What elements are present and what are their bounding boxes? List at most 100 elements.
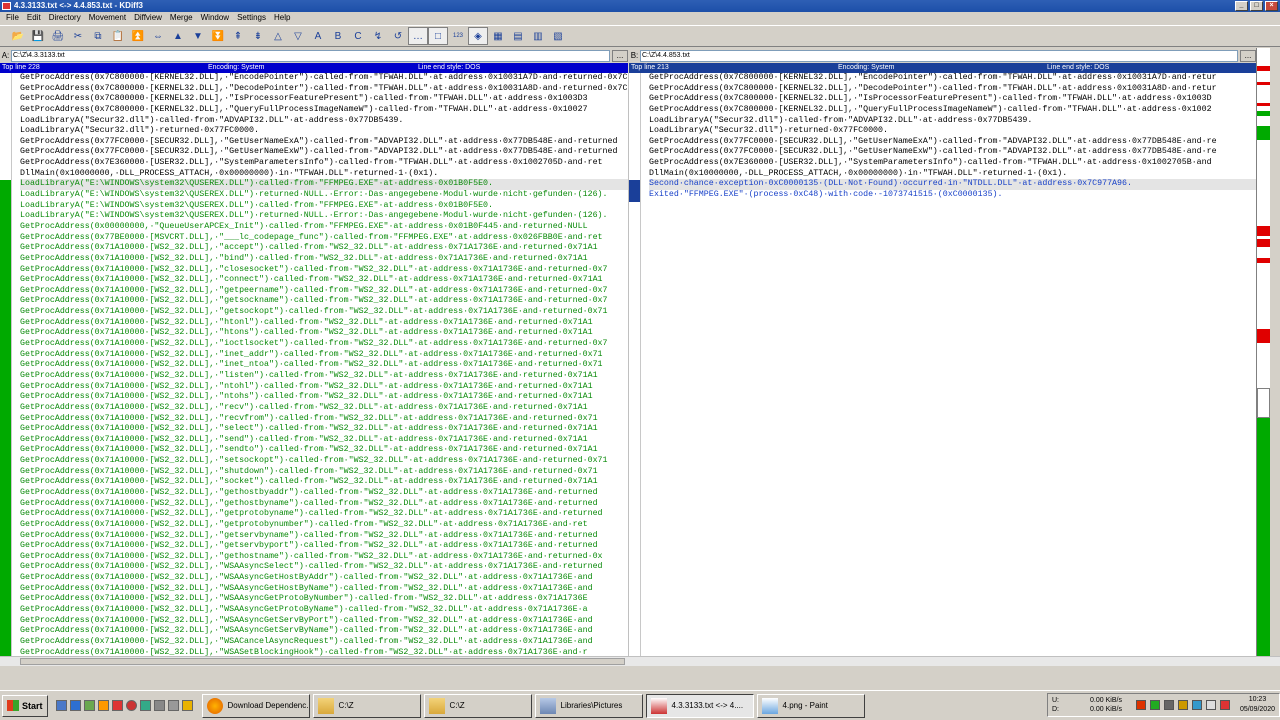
diff-line: GetProcAddress(0x7C800000·[KERNEL32.DLL]… bbox=[649, 83, 1217, 93]
menu-directory[interactable]: Directory bbox=[45, 12, 85, 24]
window-a-button[interactable]: ▦ bbox=[488, 27, 508, 45]
monitor-icon[interactable] bbox=[97, 700, 109, 711]
menu-edit[interactable]: Edit bbox=[23, 12, 45, 24]
go-prev-delta-button[interactable]: ▲ bbox=[168, 27, 188, 45]
tray-monitor-icon[interactable] bbox=[1149, 700, 1160, 710]
close-button[interactable]: × bbox=[1265, 1, 1278, 11]
taskbar: Start Download Dependenc... C:\Z C:\Z Libra… bbox=[0, 690, 1280, 720]
minimize-button[interactable]: _ bbox=[1235, 1, 1248, 11]
diff-line: GetProcAddress(0x71A10000·[WS2_32.DLL],·… bbox=[20, 498, 598, 508]
opera-icon[interactable] bbox=[125, 700, 137, 711]
pane-a-browse-button[interactable]: ... bbox=[612, 49, 628, 62]
app-yellow-icon[interactable] bbox=[181, 700, 193, 711]
menu-settings[interactable]: Settings bbox=[233, 12, 270, 24]
diff-line: LoadLibraryA("Secur32.dll")·returned·0x7… bbox=[649, 126, 888, 136]
task-button[interactable]: C:\Z bbox=[312, 693, 421, 718]
select-b-button[interactable]: B bbox=[328, 27, 348, 45]
pane-b-diff-gutter bbox=[629, 73, 640, 656]
menu-help[interactable]: Help bbox=[270, 12, 294, 24]
tool-icon[interactable] bbox=[167, 700, 179, 711]
window-b-button[interactable]: ▤ bbox=[508, 27, 528, 45]
go-next-unsolved-button[interactable]: ▽ bbox=[288, 27, 308, 45]
overview-button[interactable]: ▧ bbox=[548, 27, 568, 45]
diff-line: GetProcAddress(0x71A10000·[WS2_32.DLL],·… bbox=[20, 605, 588, 615]
tray-network-icon[interactable] bbox=[1191, 700, 1202, 710]
diff-line: GetProcAddress(0x71A10000·[WS2_32.DLL],·… bbox=[20, 317, 593, 327]
open-button[interactable]: 📂 bbox=[8, 27, 28, 45]
horizontal-scrollbar[interactable] bbox=[0, 656, 1280, 666]
clock-time: 10:23 bbox=[1248, 696, 1267, 703]
app-green-icon[interactable] bbox=[139, 700, 151, 711]
menu-movement[interactable]: Movement bbox=[85, 12, 130, 24]
diff-line: GetProcAddress(0x71A10000·[WS2_32.DLL],·… bbox=[20, 466, 598, 476]
go-next-delta-button[interactable]: ▼ bbox=[188, 27, 208, 45]
go-prev-conflict-button[interactable]: ⇞ bbox=[228, 27, 248, 45]
go-current-button[interactable]: ⇔ bbox=[148, 27, 168, 45]
tray-shield-icon[interactable] bbox=[1219, 700, 1230, 710]
task-button[interactable]: 4.3.3133.txt <-> 4.... bbox=[645, 693, 754, 718]
task-button[interactable]: C:\Z bbox=[423, 693, 532, 718]
maximize-button[interactable]: □ bbox=[1250, 1, 1263, 11]
pane-b-browse-button[interactable]: ... bbox=[1240, 49, 1256, 62]
go-top-button[interactable]: ⏫ bbox=[128, 27, 148, 45]
pane-a-info-bar: Top line 228 Encoding: System Line end s… bbox=[0, 63, 628, 73]
cut-icon: ✂ bbox=[73, 30, 83, 42]
network-icon[interactable] bbox=[83, 700, 95, 711]
show-desktop-icon[interactable] bbox=[55, 700, 67, 711]
go-top-icon: ⏫ bbox=[131, 30, 145, 42]
print-button[interactable]: 🖨 bbox=[48, 27, 68, 45]
diff-line: GetProcAddress(0x77FC0000·[SECUR32.DLL],… bbox=[20, 147, 618, 157]
menu-window[interactable]: Window bbox=[197, 12, 233, 24]
menu-diffview[interactable]: Diffview bbox=[130, 12, 166, 24]
diff-line: GetProcAddress(0x71A10000·[WS2_32.DLL],·… bbox=[20, 381, 593, 391]
tray-device-icon[interactable] bbox=[1163, 700, 1174, 710]
pane-a-encoding: Encoding: System bbox=[208, 64, 265, 71]
task-label: C:\Z bbox=[449, 701, 465, 710]
explorer-icon[interactable] bbox=[69, 700, 81, 711]
pane-b-text-view[interactable]: GetProcAddress(0x7C800000·[KERNEL32.DLL]… bbox=[629, 73, 1256, 656]
go-next-conflict-button[interactable]: ⇟ bbox=[248, 27, 268, 45]
tray-folder-icon[interactable] bbox=[1177, 700, 1188, 710]
go-bottom-button[interactable]: ⏬ bbox=[208, 27, 228, 45]
go-prev-unsolved-button[interactable]: △ bbox=[268, 27, 288, 45]
paste-button[interactable]: 📋 bbox=[108, 27, 128, 45]
diff-line: GetProcAddress(0x71A10000·[WS2_32.DLL],·… bbox=[20, 487, 598, 497]
start-button[interactable]: Start bbox=[2, 694, 48, 717]
copy-button[interactable]: ⧉ bbox=[88, 27, 108, 45]
whitespace-button[interactable]: … bbox=[408, 27, 428, 45]
window-c-icon: ▥ bbox=[533, 30, 543, 42]
clock[interactable]: 10:23 05/09/2020 bbox=[1240, 695, 1275, 715]
tray-app-icon[interactable] bbox=[1135, 700, 1146, 710]
paste-icon: 📋 bbox=[111, 30, 125, 42]
diff-line: GetProcAddress(0x71A10000·[WS2_32.DLL],·… bbox=[20, 530, 598, 540]
task-button[interactable]: 4.png - Paint bbox=[756, 693, 865, 718]
pane-a-text-view[interactable]: GetProcAddress(0x7C800000·[KERNEL32.DLL]… bbox=[0, 73, 628, 656]
auto-solve-button[interactable]: ↯ bbox=[368, 27, 388, 45]
menu-merge[interactable]: Merge bbox=[166, 12, 197, 24]
print-icon: 🖨 bbox=[51, 30, 65, 42]
line-numbers-button[interactable]: 123 bbox=[448, 27, 468, 45]
app-red-icon[interactable] bbox=[111, 700, 123, 711]
cut-button[interactable]: ✂ bbox=[68, 27, 88, 45]
menu-file[interactable]: File bbox=[2, 12, 23, 24]
select-c-button[interactable]: C bbox=[348, 27, 368, 45]
pane-b-path-input[interactable]: C:\Z\4.4.853.txt bbox=[640, 49, 1238, 62]
select-a-button[interactable]: A bbox=[308, 27, 328, 45]
show-lines-button[interactable]: □ bbox=[428, 27, 448, 45]
diff-line: GetProcAddress(0x71A10000·[WS2_32.DLL],·… bbox=[20, 370, 598, 380]
select-a-icon: A bbox=[314, 30, 322, 42]
paint-icon bbox=[761, 697, 778, 714]
windows-flag-icon bbox=[7, 700, 19, 711]
diff-line: LoadLibraryA("Secur32.dll")·returned·0x7… bbox=[20, 126, 259, 136]
pane-a-path-input[interactable]: C:\Z\4.3.3133.txt bbox=[11, 49, 610, 62]
diff-overview-bar[interactable] bbox=[1256, 48, 1270, 656]
diff-line: GetProcAddress(0x71A10000·[WS2_32.DLL],·… bbox=[20, 519, 588, 529]
split-button[interactable]: ◈ bbox=[468, 27, 488, 45]
app-grey-icon[interactable] bbox=[153, 700, 165, 711]
task-button[interactable]: Libraries\Pictures bbox=[534, 693, 643, 718]
volume-icon[interactable] bbox=[1205, 700, 1216, 710]
window-c-button[interactable]: ▥ bbox=[528, 27, 548, 45]
save-button[interactable]: 💾 bbox=[28, 27, 48, 45]
unsolve-button[interactable]: ↺ bbox=[388, 27, 408, 45]
task-button[interactable]: Download Dependenc... bbox=[201, 693, 310, 718]
